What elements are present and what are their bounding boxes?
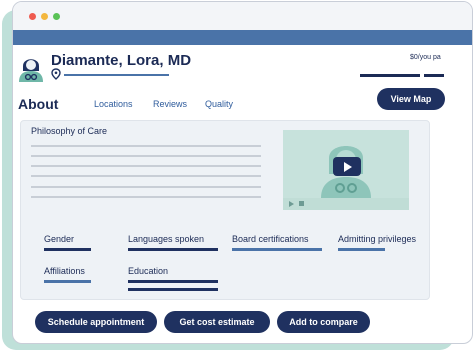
- address-placeholder: [64, 74, 169, 76]
- header-band: [13, 30, 472, 45]
- price-bar: [360, 74, 420, 77]
- languages-value-placeholder: [128, 248, 218, 251]
- affiliations-label: Affiliations: [44, 266, 85, 276]
- price-bar-secondary: [424, 74, 444, 77]
- play-icon: [344, 162, 352, 172]
- admitting-privileges-value-placeholder: [338, 248, 385, 251]
- play-button[interactable]: [333, 157, 361, 176]
- tab-about[interactable]: About: [18, 96, 58, 112]
- title-bar: [13, 2, 472, 30]
- price-label: $0/you pa: [410, 54, 441, 61]
- affiliations-value-placeholder: [44, 280, 91, 283]
- text-placeholder-line: [31, 165, 261, 167]
- board-certifications-label: Board certifications: [232, 234, 309, 244]
- stop-icon[interactable]: [299, 201, 304, 206]
- doctor-name: Diamante, Lora, MD: [51, 52, 192, 69]
- tab-reviews[interactable]: Reviews: [153, 99, 187, 109]
- gender-value-placeholder: [44, 248, 91, 251]
- maximize-dot[interactable]: [53, 13, 60, 20]
- doctor-avatar-icon: [19, 59, 43, 82]
- tab-quality[interactable]: Quality: [205, 99, 233, 109]
- education-value-placeholder: [128, 280, 218, 283]
- video-controls: [283, 198, 409, 210]
- schedule-appointment-button[interactable]: Schedule appointment: [35, 311, 157, 333]
- location-pin-icon: [51, 68, 61, 80]
- view-map-button[interactable]: View Map: [377, 88, 445, 110]
- cost-estimate-button[interactable]: Get cost estimate: [164, 311, 270, 333]
- languages-label: Languages spoken: [128, 234, 205, 244]
- education-label: Education: [128, 266, 169, 276]
- close-dot[interactable]: [29, 13, 36, 20]
- text-placeholder-line: [31, 186, 261, 188]
- admitting-privileges-label: Admitting privileges: [338, 234, 417, 244]
- add-to-compare-button[interactable]: Add to compare: [277, 311, 370, 333]
- text-placeholder-line: [31, 145, 261, 147]
- video-player[interactable]: [283, 130, 409, 210]
- philosophy-title: Philosophy of Care: [31, 126, 108, 136]
- text-placeholder-line: [31, 155, 261, 157]
- minimize-dot[interactable]: [41, 13, 48, 20]
- board-certifications-value-placeholder: [232, 248, 322, 251]
- tab-locations[interactable]: Locations: [94, 99, 133, 109]
- text-placeholder-line: [31, 196, 261, 198]
- play-icon[interactable]: [289, 201, 294, 207]
- text-placeholder-line: [31, 175, 261, 177]
- education-value-placeholder: [128, 288, 218, 291]
- gender-label: Gender: [44, 234, 75, 244]
